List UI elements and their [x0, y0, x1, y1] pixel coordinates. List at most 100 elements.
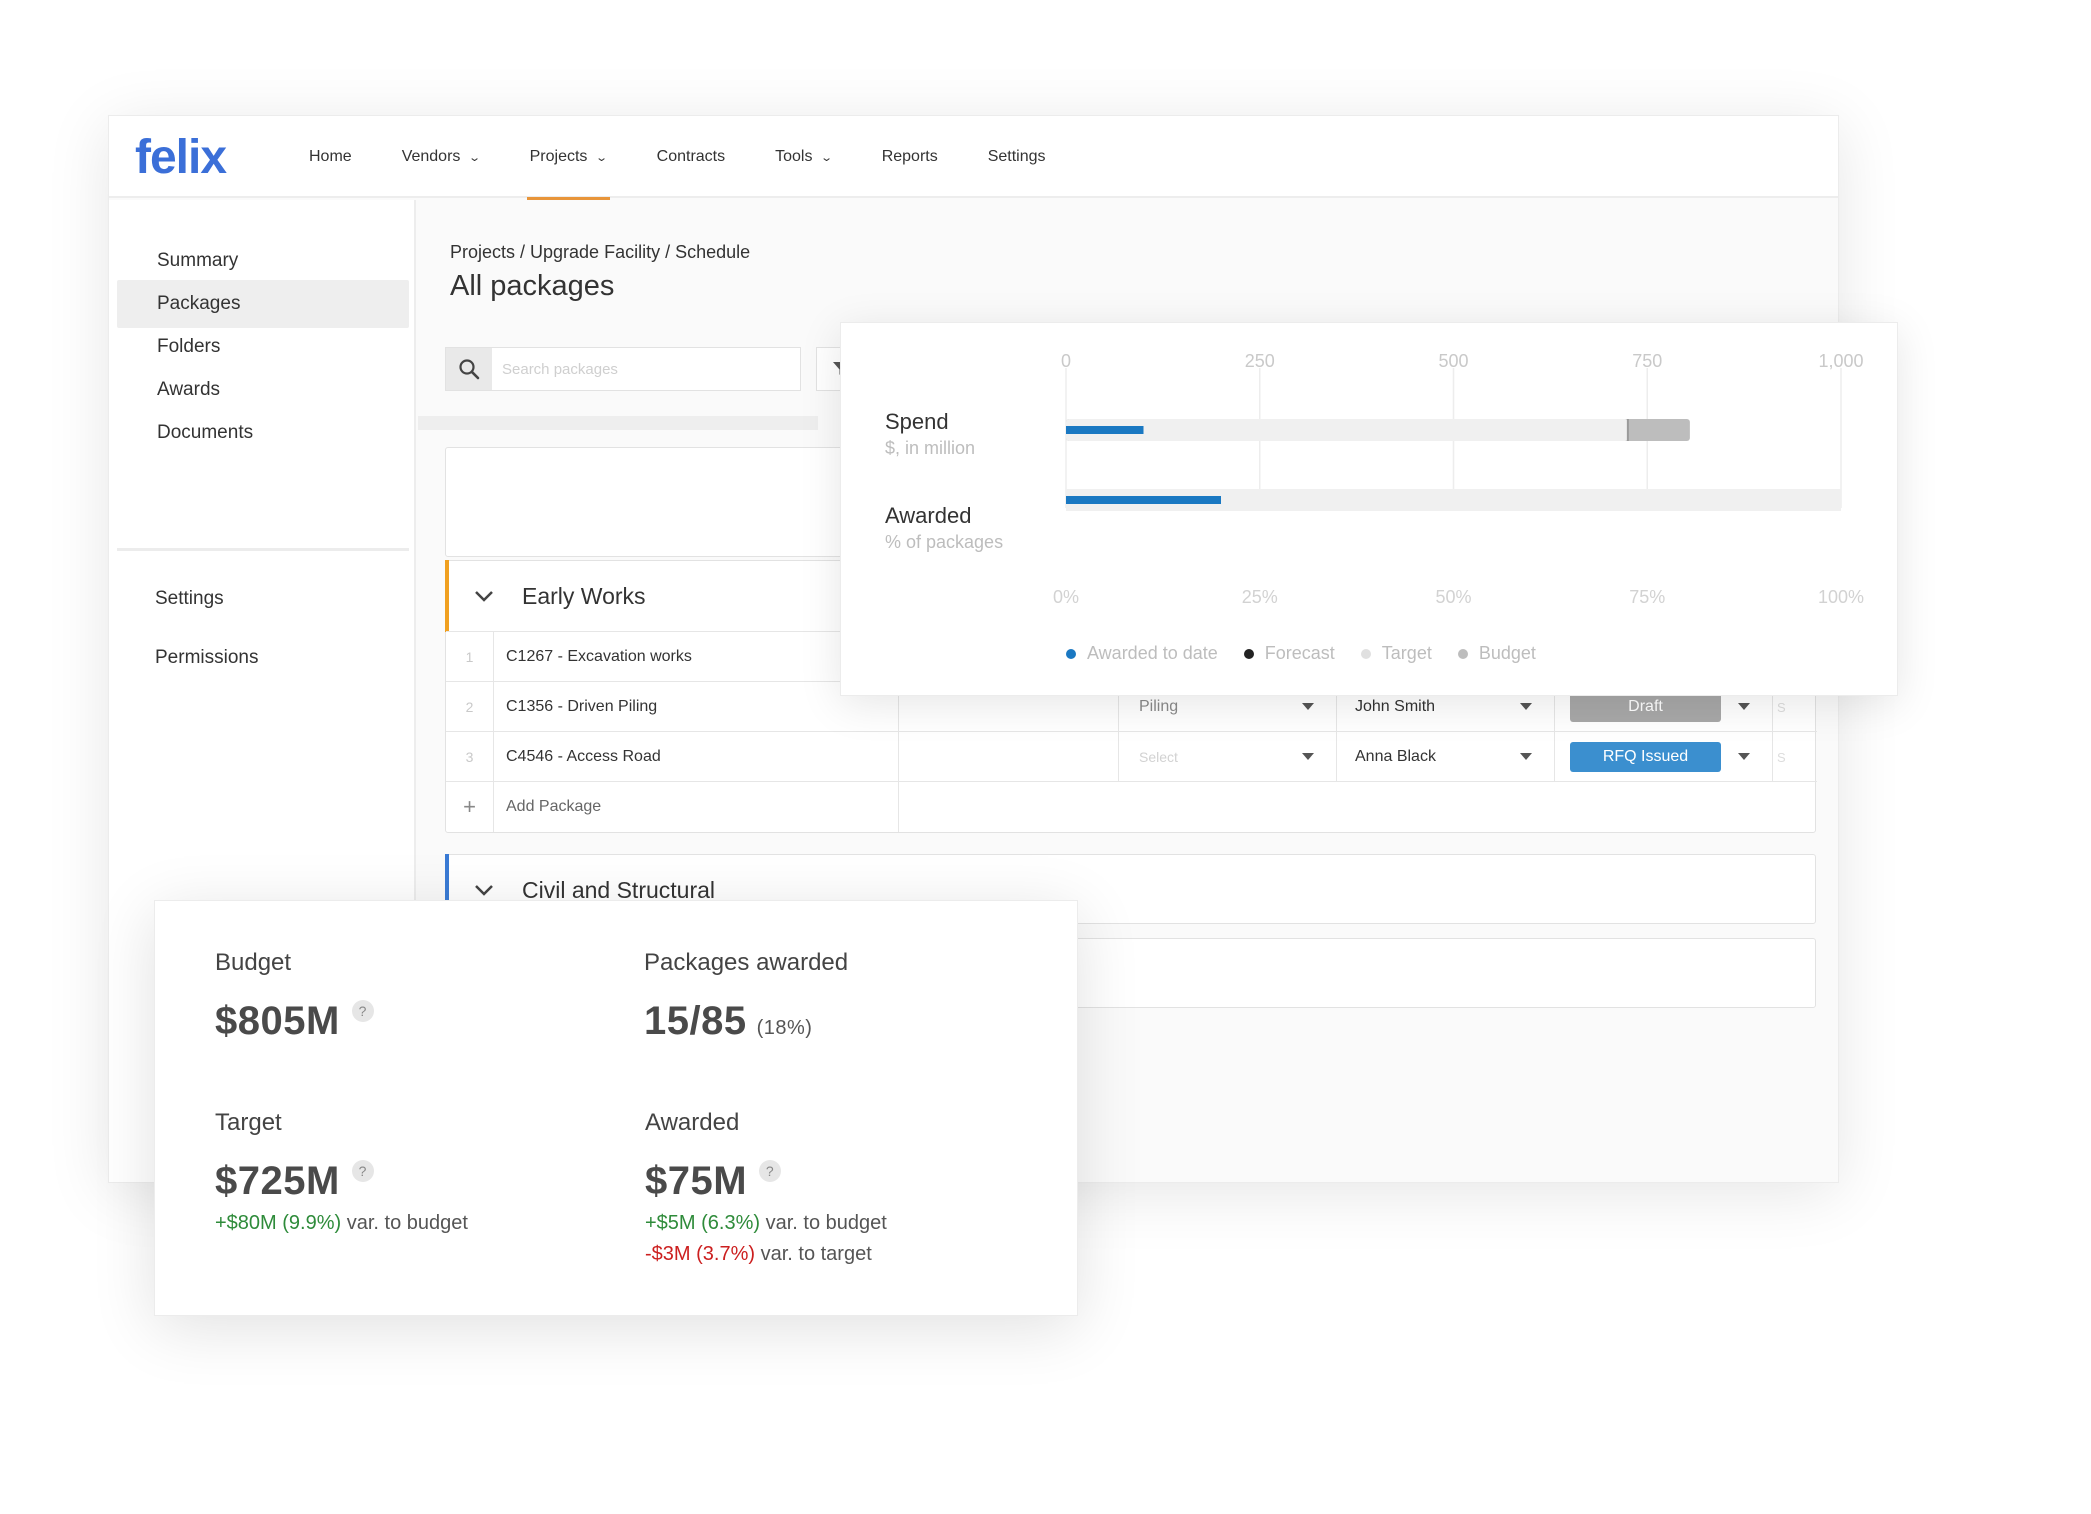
help-icon[interactable]: ?	[759, 1160, 782, 1182]
nav-tools[interactable]: Tools ⌄	[750, 116, 857, 198]
legend-item: Target	[1360, 643, 1432, 664]
group-accent-bar	[445, 560, 449, 632]
assignee-value: John Smith	[1355, 698, 1436, 715]
project-stats-card: Budget $805M? Packages awarded 15/85 (18%…	[154, 900, 1078, 1316]
legend-dot	[1066, 648, 1076, 659]
variance-value: +$5M (6.3%)	[645, 1212, 761, 1234]
spend-axis-tick-label: 500	[1438, 351, 1468, 371]
table-row[interactable]: 3 C4546 - Access Road Select Anna Black …	[446, 731, 1817, 782]
search-box	[445, 347, 801, 391]
nav-home[interactable]: Home	[284, 116, 377, 198]
spend-sublabel: $, in million	[885, 438, 976, 458]
caret-down-icon	[1302, 753, 1314, 760]
sidebar-item-documents[interactable]: Documents	[117, 409, 409, 457]
stat-percent: (18%)	[756, 1017, 813, 1039]
sidebar-item-summary[interactable]: Summary	[117, 237, 409, 285]
nav-vendors[interactable]: Vendors ⌄	[377, 116, 505, 198]
nav-contracts[interactable]: Contracts	[632, 116, 750, 198]
stat-label: Packages awarded	[644, 949, 849, 976]
chart-legend: Awarded to date Forecast Target Budget	[1066, 643, 1562, 664]
sidebar-divider	[117, 548, 409, 551]
chevron-down-icon[interactable]	[474, 884, 494, 896]
stat-value-row: $725M?	[215, 1159, 468, 1204]
awarded-to-date-bar	[1066, 496, 1221, 504]
sidebar-item-folders[interactable]: Folders	[117, 323, 409, 371]
nav-projects[interactable]: Projects ⌄	[505, 116, 632, 200]
caret-down-icon	[1520, 753, 1532, 760]
add-package-button[interactable]: Add Package	[494, 782, 899, 832]
search-button[interactable]	[446, 348, 492, 390]
legend-dot	[1457, 648, 1468, 659]
sidebar-item-awards[interactable]: Awards	[117, 366, 409, 414]
breadcrumb[interactable]: Projects / Upgrade Facility / Schedule	[450, 242, 750, 263]
variance-text: var. to target	[755, 1243, 872, 1265]
stat-value-row: $805M?	[215, 999, 374, 1044]
legend-item: Forecast	[1243, 643, 1335, 664]
spend-axis-tick-label: 750	[1632, 351, 1662, 371]
felix-logo[interactable]: felix	[135, 130, 227, 185]
caret-down-icon	[1302, 703, 1314, 710]
awarded-axis-tick-label: 75%	[1629, 587, 1665, 607]
stat-value: $75M	[645, 1159, 748, 1203]
spend-awarded-chart: 0 250 500 750 1,000 0% 25% 50% 75% 100%	[1053, 351, 1864, 607]
awarded-sublabel: % of packages	[885, 532, 1004, 552]
spend-target-bar	[1066, 419, 1628, 441]
variance-text: var. to budget	[760, 1212, 887, 1234]
stat-value: $725M	[215, 1159, 340, 1203]
stat-value: $805M	[215, 999, 340, 1043]
add-package-row[interactable]: + Add Package	[446, 781, 1817, 832]
extra-cell: S	[1777, 749, 1786, 765]
package-name[interactable]: C1356 - Driven Piling	[494, 682, 899, 732]
stat-budget: Budget $805M?	[215, 949, 374, 1044]
plus-icon[interactable]: +	[446, 782, 494, 832]
top-navigation-bar: felix Home Vendors ⌄ Projects ⌄ Contracts …	[109, 116, 1838, 200]
row-number: 2	[446, 682, 494, 732]
category-select[interactable]: Select	[1119, 732, 1337, 782]
awarded-axis-tick-label: 0%	[1053, 587, 1079, 607]
stat-packages-awarded: Packages awarded 15/85 (18%)	[644, 949, 848, 1044]
help-icon[interactable]: ?	[351, 1000, 374, 1022]
legend-item: Awarded to date	[1066, 643, 1218, 664]
sidebar-item-permissions[interactable]: Permissions	[117, 634, 409, 682]
awarded-axis-tick-label: 50%	[1435, 587, 1471, 607]
category-placeholder: Select	[1139, 749, 1178, 765]
main-nav: Home Vendors ⌄ Projects ⌄ Contracts Tools ⌄…	[284, 116, 1071, 200]
row-number: 3	[446, 732, 494, 782]
group-title: Early Works	[522, 582, 646, 609]
nav-reports[interactable]: Reports	[857, 116, 963, 198]
legend-dot	[1243, 648, 1254, 659]
caret-down-icon	[1738, 753, 1750, 760]
nav-reports-label: Reports	[881, 148, 938, 165]
awarded-label: Awarded	[885, 503, 972, 528]
nav-settings[interactable]: Settings	[963, 116, 1071, 198]
assignee-select[interactable]: Anna Black	[1337, 732, 1555, 782]
variance-text: var. to budget	[341, 1212, 468, 1234]
status-select[interactable]: RFQ Issued	[1555, 732, 1773, 782]
legend-label: Awarded to date	[1087, 643, 1218, 663]
variance-value: +$80M (9.9%)	[215, 1212, 342, 1234]
category-value: Piling	[1139, 698, 1179, 715]
stat-label: Awarded	[645, 1109, 740, 1136]
chevron-down-icon[interactable]	[474, 590, 494, 602]
sidebar-item-settings[interactable]: Settings	[117, 575, 409, 623]
chevron-down-icon: ⌄	[820, 151, 834, 164]
legend-item: Budget	[1457, 643, 1536, 664]
package-name[interactable]: C1267 - Excavation works	[494, 632, 899, 682]
search-input[interactable]	[492, 348, 800, 390]
legend-label: Forecast	[1264, 643, 1335, 663]
spend-axis-tick-label: 0	[1061, 351, 1071, 371]
package-name[interactable]: C4546 - Access Road	[494, 732, 899, 782]
page-title: All packages	[450, 270, 615, 302]
help-icon[interactable]: ?	[351, 1160, 374, 1182]
caret-down-icon	[1738, 703, 1750, 710]
stat-target: Target $725M? +$80M (9.9%) var. to budge…	[215, 1109, 468, 1235]
empty-cell	[899, 732, 1119, 782]
sidebar-item-packages[interactable]: Packages	[117, 280, 409, 328]
variance-line: -$3M (3.7%) var. to target	[645, 1243, 887, 1266]
search-icon	[459, 359, 480, 380]
stat-value: 15/85	[644, 999, 747, 1043]
toolbar-band	[418, 416, 818, 430]
stat-value-row: 15/85 (18%)	[644, 999, 848, 1044]
summary-panel	[445, 447, 845, 557]
stat-value-row: $75M?	[645, 1159, 887, 1204]
